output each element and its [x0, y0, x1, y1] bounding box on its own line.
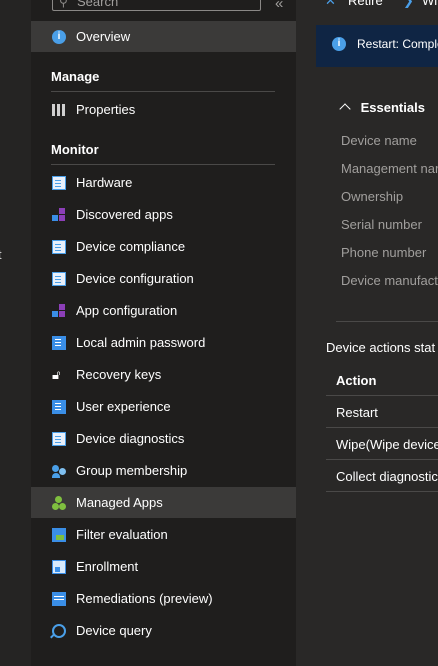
wipe-icon[interactable]: ❯ — [403, 0, 414, 9]
collapse-menu-icon[interactable]: « — [275, 0, 283, 12]
device-actions-title: Device actions stat — [326, 340, 436, 355]
section-header-monitor: Monitor — [51, 142, 275, 165]
retire-icon[interactable]: ✕ — [325, 0, 336, 9]
nav-item-label: Local admin password — [76, 335, 206, 350]
nav-item-label: Hardware — [76, 175, 133, 190]
info-icon: i — [52, 29, 66, 44]
nav-item-filter-evaluation[interactable]: Filter evaluation — [31, 519, 296, 550]
divider — [51, 91, 275, 92]
section-title: Monitor — [51, 142, 99, 157]
nav-item-label: Group membership — [76, 463, 188, 478]
apps-icon — [52, 207, 66, 222]
nav-item-user-experience[interactable]: User experience — [31, 391, 296, 422]
nav-item-label: Managed Apps — [76, 495, 163, 510]
nav-item-label: Device diagnostics — [76, 431, 185, 446]
search-icon: ⚲ — [59, 0, 68, 9]
nav-item-device-diagnostics[interactable]: Device diagnostics — [31, 423, 296, 454]
nav-item-recovery-keys[interactable]: 🔓︎ Recovery keys — [31, 359, 296, 390]
search-placeholder: Search — [77, 0, 119, 9]
nav-item-label: Device compliance — [76, 239, 186, 254]
diagnostics-icon — [52, 431, 66, 446]
nav-item-overview[interactable]: i Overview — [31, 21, 296, 52]
group-icon — [52, 464, 66, 478]
device-actions-table: Action Restart Wipe(Wipe device Collect … — [326, 364, 438, 492]
user-experience-icon — [52, 399, 66, 414]
essentials-toggle[interactable]: Essentials — [339, 100, 425, 115]
search-input[interactable]: ⚲ Search — [52, 0, 261, 11]
left-blade-strip: t — [0, 0, 31, 666]
nav-item-remediations[interactable]: Remediations (preview) — [31, 583, 296, 614]
nav-item-device-configuration[interactable]: Device configuration — [31, 263, 296, 294]
nav-item-label: Properties — [76, 102, 136, 117]
chevron-up-icon — [339, 103, 351, 115]
nav-item-label: App configuration — [76, 303, 178, 318]
section-header-manage: Manage — [51, 69, 275, 92]
app-configuration-icon — [52, 303, 66, 318]
table-row[interactable]: Collect diagnostic — [326, 460, 438, 492]
nav-item-label: Overview — [76, 29, 131, 44]
prop-device-manufacturer: Device manufactu — [341, 273, 438, 288]
nav-item-local-admin-password[interactable]: Local admin password — [31, 327, 296, 358]
nav-item-discovered-apps[interactable]: Discovered apps — [31, 199, 296, 230]
nav-item-label: Enrollment — [76, 559, 139, 574]
resource-menu: ⚲ Search « i Overview Manage Properties … — [31, 0, 296, 666]
device-overview-pane: ✕ Retire ❯ Wi i Restart: Comple Essentia… — [296, 0, 438, 666]
nav-item-label: User experience — [76, 399, 171, 414]
column-header-action: Action — [336, 373, 377, 388]
nav-item-enrollment[interactable]: Enrollment — [31, 551, 296, 582]
nav-item-properties[interactable]: Properties — [31, 94, 296, 125]
truncated-text: t — [0, 247, 2, 262]
status-banner[interactable]: i Restart: Comple — [316, 25, 438, 67]
wipe-button[interactable]: Wi — [422, 0, 437, 8]
action-cell: Restart — [336, 405, 378, 420]
table-row[interactable]: Wipe(Wipe device — [326, 428, 438, 460]
prop-phone-number: Phone number — [341, 245, 427, 260]
nav-item-managed-apps[interactable]: Managed Apps — [31, 487, 296, 518]
nav-item-group-membership[interactable]: Group membership — [31, 455, 296, 486]
properties-icon — [52, 103, 66, 117]
prop-serial-number: Serial number — [341, 217, 422, 232]
action-cell: Wipe(Wipe device — [336, 437, 438, 452]
compliance-icon — [52, 239, 66, 254]
hardware-icon — [52, 175, 66, 190]
prop-management-name: Management nar — [341, 161, 438, 176]
prop-ownership: Ownership — [341, 189, 404, 204]
nav-item-label: Recovery keys — [76, 367, 162, 382]
password-icon — [52, 335, 66, 350]
nav-item-device-query[interactable]: Device query — [31, 615, 296, 646]
enrollment-icon — [52, 559, 66, 574]
nav-item-label: Filter evaluation — [76, 527, 168, 542]
table-header: Action — [326, 364, 438, 396]
nav-item-label: Device configuration — [76, 271, 194, 286]
lock-icon: 🔓︎ — [52, 366, 61, 382]
nav-item-device-compliance[interactable]: Device compliance — [31, 231, 296, 262]
essentials-title: Essentials — [360, 100, 425, 115]
prop-device-name: Device name — [341, 133, 417, 148]
banner-text: Restart: Comple — [357, 37, 438, 51]
nav-item-label: Discovered apps — [76, 207, 173, 222]
retire-button[interactable]: Retire — [348, 0, 383, 8]
nav-item-hardware[interactable]: Hardware — [31, 167, 296, 198]
query-icon — [52, 623, 66, 638]
table-row[interactable]: Restart — [326, 396, 438, 428]
nav-item-label: Remediations (preview) — [76, 591, 213, 606]
section-title: Manage — [51, 69, 100, 84]
nav-item-label: Device query — [76, 623, 152, 638]
info-icon: i — [332, 37, 346, 51]
nav-item-app-configuration[interactable]: App configuration — [31, 295, 296, 326]
divider — [51, 164, 275, 165]
managed-apps-icon — [52, 495, 66, 510]
remediations-icon — [52, 591, 66, 606]
command-bar: ✕ Retire ❯ Wi — [296, 0, 438, 12]
filter-icon — [52, 527, 66, 542]
configuration-icon — [52, 271, 66, 286]
divider — [336, 321, 438, 322]
action-cell: Collect diagnostic — [336, 469, 438, 484]
